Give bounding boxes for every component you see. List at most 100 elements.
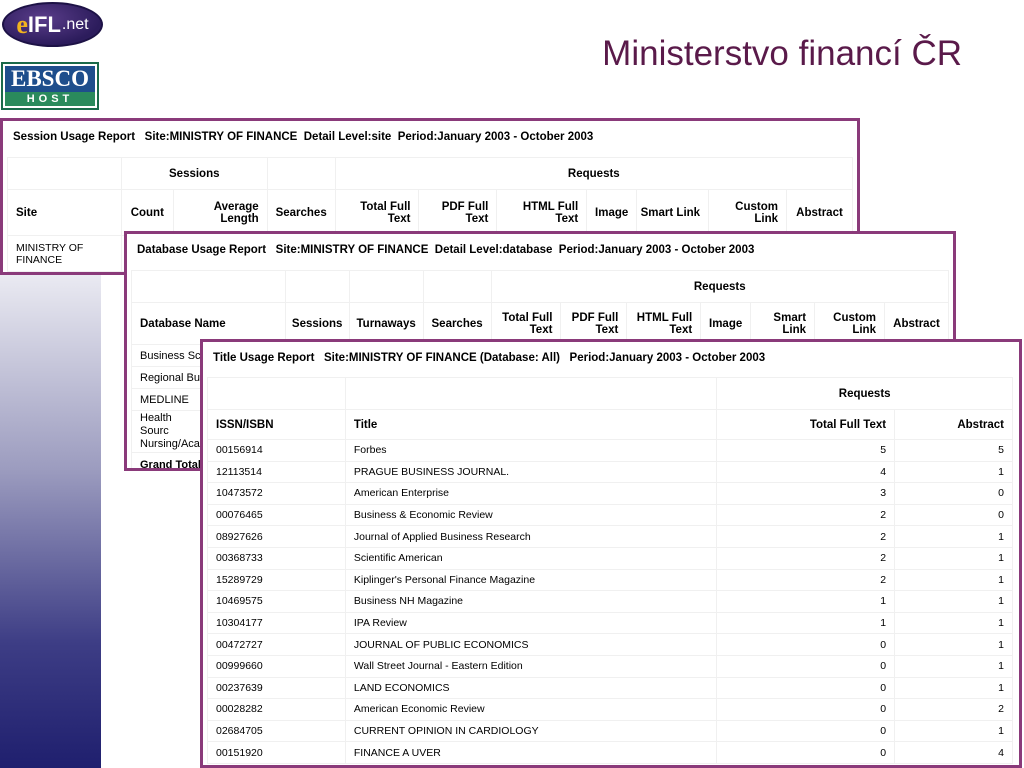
title-row-abstract: 1	[894, 590, 1013, 613]
title-row-abstract: 1	[894, 525, 1013, 548]
table-row: 00156914 Forbes 5 5	[207, 439, 1013, 462]
eifl-logo-net: .net	[61, 15, 89, 33]
title-row-abstract: 2	[894, 698, 1013, 721]
title-row-abstract: 1	[894, 719, 1013, 743]
title-row-issn: 08927626	[207, 525, 346, 548]
session-col-total-full-text: Total Full Text	[334, 189, 420, 236]
title-row-issn: 00237639	[207, 676, 346, 700]
session-col-pdf-full-text: PDF Full Text	[418, 189, 498, 236]
session-row-site: MINISTRY OF FINANCE	[7, 235, 122, 272]
title-group-requests: Requests	[716, 377, 1013, 410]
title-row-abstract: 1	[894, 460, 1013, 484]
table-row: 12113514 PRAGUE BUSINESS JOURNAL. 4 1	[207, 460, 1013, 484]
title-row-title: Wall Street Journal - Eastern Edition	[344, 654, 718, 678]
title-row-title: Business NH Magazine	[344, 590, 718, 613]
table-row: 10473572 American Enterprise 3 0	[207, 482, 1013, 505]
table-row: 10469575 Business NH Magazine 1 1	[207, 590, 1013, 613]
session-col-abstract: Abstract	[785, 189, 854, 236]
title-row-total-full-text: 0	[716, 719, 896, 743]
title-row-abstract: 5	[894, 439, 1013, 462]
title-row-issn: 00076465	[207, 503, 346, 527]
session-col-html-full-text: HTML Full Text	[496, 189, 588, 236]
title-row-total-full-text: 1	[716, 611, 896, 635]
table-row: 08927626 Journal of Applied Business Rese…	[207, 525, 1013, 548]
eifl-logo-ifl: IFL	[27, 11, 61, 37]
table-row: 10304177 IPA Review 1 1	[207, 611, 1013, 635]
title-row-title: PRAGUE BUSINESS JOURNAL.	[344, 460, 718, 484]
table-row: 00151920 FINANCE A UVER 0 4	[207, 741, 1013, 764]
title-row-abstract: 1	[894, 568, 1013, 592]
session-group-blank-2	[266, 157, 336, 190]
title-row-abstract: 1	[894, 546, 1013, 570]
title-row-issn: 10304177	[207, 611, 346, 635]
session-col-site: Site	[7, 189, 122, 236]
title-report-title: Title Usage Report Site:MINISTRY OF FINA…	[213, 352, 766, 364]
title-row-abstract: 0	[894, 482, 1013, 505]
title-row-issn: 00999660	[207, 654, 346, 678]
title-row-issn: 00472727	[207, 633, 346, 656]
title-row-title: IPA Review	[344, 611, 718, 635]
title-row-total-full-text: 3	[716, 482, 896, 505]
title-col-issn: ISSN/ISBN	[207, 409, 346, 440]
database-group-header-row: Requests	[131, 270, 950, 303]
title-col-abstract: Abstract	[894, 409, 1013, 440]
database-group-requests: Requests	[490, 270, 950, 303]
title-row-total-full-text: 2	[716, 525, 896, 548]
title-row-abstract: 4	[894, 741, 1013, 764]
title-row-title: Kiplinger's Personal Finance Magazine	[344, 568, 718, 592]
title-row-total-full-text: 2	[716, 546, 896, 570]
session-group-sessions: Sessions	[120, 157, 268, 190]
eifl-logo: e IFL .net	[2, 2, 103, 47]
title-row-title: Forbes	[344, 439, 718, 462]
title-col-total-full-text: Total Full Text	[716, 409, 896, 440]
session-col-image: Image	[586, 189, 638, 236]
table-row: 00237639 LAND ECONOMICS 0 1	[207, 676, 1013, 700]
session-column-header-row: Site Count Average Length Searches Total…	[7, 189, 854, 236]
title-col-title: Title	[344, 409, 718, 440]
database-group-blank	[131, 270, 286, 303]
title-row-issn: 15289729	[207, 568, 346, 592]
session-col-smart-link: Smart Link	[636, 189, 710, 236]
title-row-total-full-text: 1	[716, 590, 896, 613]
title-row-abstract: 1	[894, 633, 1013, 656]
title-row-issn: 02684705	[207, 719, 346, 743]
title-report-table: Requests ISSN/ISBN Title Total Full Text…	[207, 377, 1013, 764]
table-row: 00368733 Scientific American 2 1	[207, 546, 1013, 570]
title-row-title: LAND ECONOMICS	[344, 676, 718, 700]
title-row-issn: 10473572	[207, 482, 346, 505]
title-row-total-full-text: 0	[716, 633, 896, 656]
title-row-title: CURRENT OPINION IN CARDIOLOGY	[344, 719, 718, 743]
session-col-custom-link: Custom Link	[708, 189, 787, 236]
title-row-abstract: 1	[894, 676, 1013, 700]
title-row-total-full-text: 0	[716, 741, 896, 764]
title-row-title: FINANCE A UVER	[344, 741, 718, 764]
ebsco-host-logo: EBSCO HOST	[1, 62, 99, 110]
table-row: 00076465 Business & Economic Review 2 0	[207, 503, 1013, 527]
table-row: 00472727 JOURNAL OF PUBLIC ECONOMICS 0 1	[207, 633, 1013, 656]
title-row-title: Scientific American	[344, 546, 718, 570]
title-row-total-full-text: 0	[716, 654, 896, 678]
title-row-issn: 00028282	[207, 698, 346, 721]
title-usage-report-panel: Title Usage Report Site:MINISTRY OF FINA…	[200, 339, 1022, 768]
title-row-title: American Economic Review	[344, 698, 718, 721]
title-row-abstract: 1	[894, 654, 1013, 678]
session-report-title: Session Usage Report Site:MINISTRY OF FI…	[13, 131, 594, 143]
table-row: 15289729 Kiplinger's Personal Finance Mag…	[207, 568, 1013, 592]
title-row-issn: 10469575	[207, 590, 346, 613]
title-row-total-full-text: 0	[716, 698, 896, 721]
title-row-issn: 00368733	[207, 546, 346, 570]
table-row: 00999660 Wall Street Journal - Eastern Ed…	[207, 654, 1013, 678]
session-col-count: Count	[120, 189, 174, 236]
eifl-logo-e: e	[16, 9, 28, 39]
ebsco-logo-top: EBSCO	[5, 66, 95, 92]
title-row-total-full-text: 4	[716, 460, 896, 484]
session-col-average-length: Average Length	[172, 189, 268, 236]
table-row: 00028282 American Economic Review 0 2	[207, 698, 1013, 721]
title-row-issn: 00151920	[207, 741, 346, 764]
table-row: 02684705 CURRENT OPINION IN CARDIOLOGY 0 1	[207, 719, 1013, 743]
title-row-abstract: 1	[894, 611, 1013, 635]
session-col-searches: Searches	[266, 189, 336, 236]
title-row-issn: 12113514	[207, 460, 346, 484]
side-gradient-bar	[0, 270, 101, 768]
session-group-requests: Requests	[334, 157, 854, 190]
